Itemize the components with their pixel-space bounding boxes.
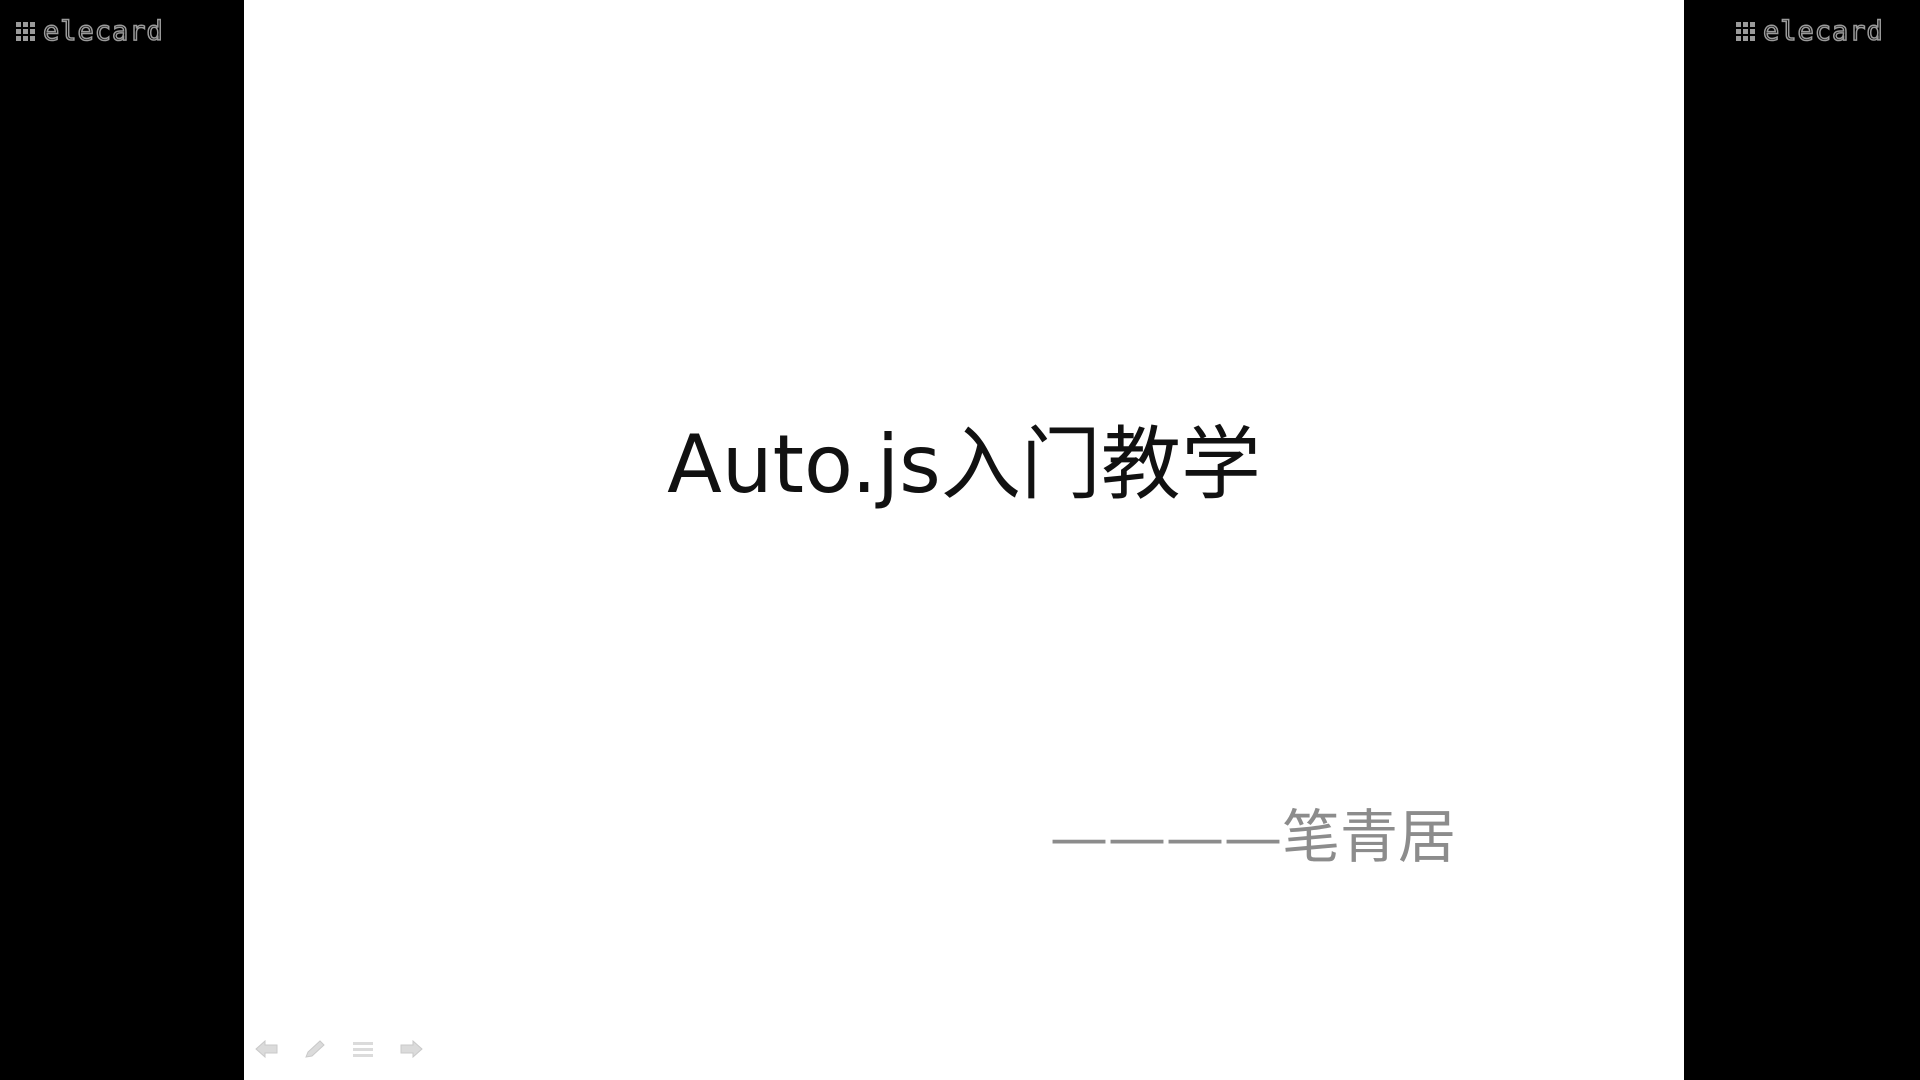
arrow-right-icon[interactable]: [398, 1038, 424, 1060]
watermark-text: elecard: [42, 16, 164, 47]
slide-title: Auto.js入门教学: [667, 418, 1261, 511]
watermark-grid-icon: [1736, 22, 1755, 41]
slide-subtitle: ————笔青居: [1050, 803, 1457, 871]
slideshow-controls: [254, 1038, 424, 1060]
watermark-text: elecard: [1762, 16, 1884, 47]
presentation-screen: elecard elecard Auto.js入门教学 ————笔青居: [0, 0, 1920, 1080]
watermark-left: elecard: [16, 16, 164, 47]
slide: Auto.js入门教学 ————笔青居: [244, 0, 1684, 1080]
watermark-right: elecard: [1736, 16, 1884, 47]
pen-icon[interactable]: [302, 1038, 328, 1060]
menu-icon[interactable]: [350, 1038, 376, 1060]
arrow-left-icon[interactable]: [254, 1038, 280, 1060]
watermark-grid-icon: [16, 22, 35, 41]
